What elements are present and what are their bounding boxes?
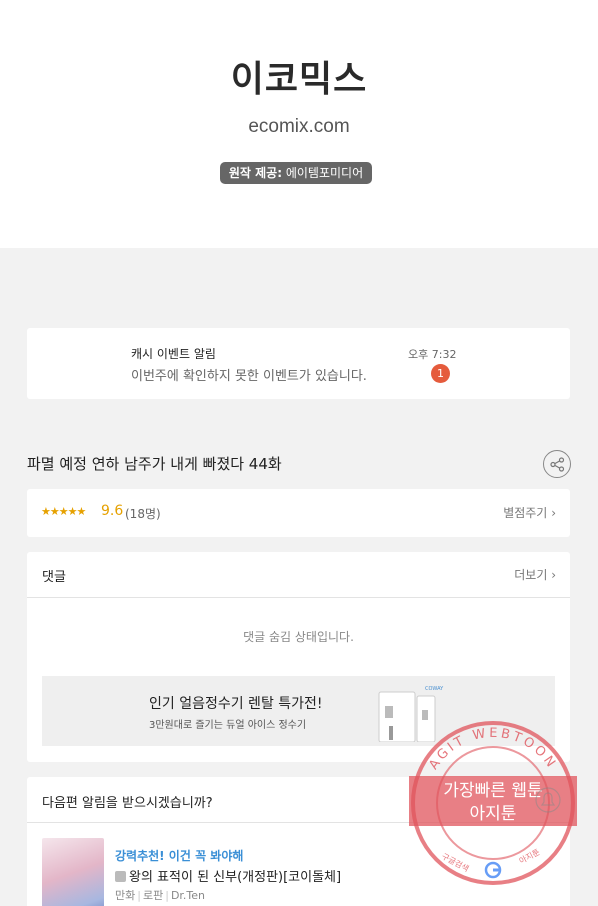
ad-brand: COWAY	[425, 686, 444, 692]
recommendation-tag: 강력추천! 이건 꼭 봐야해	[115, 849, 244, 863]
cash-event-notification[interactable]: 캐시 이벤트 알림 이번주에 확인하지 못한 이벤트가 있습니다. 오후 7:3…	[27, 328, 570, 399]
google-logo-icon	[484, 861, 502, 879]
share-icon	[550, 457, 565, 472]
notification-time: 오후 7:32	[408, 348, 457, 361]
rate-button[interactable]: 별점주기 ›	[503, 504, 556, 521]
rating-bar: ★★★★★ 9.6 (18명) 별점주기 ›	[27, 489, 570, 537]
divider	[27, 597, 570, 598]
watermark-bottom-left: 구글검색	[440, 851, 471, 874]
watermark-line1: 가장빠른 웹툰	[443, 781, 542, 801]
watermark-ring-text: AGIT WEBTOON	[426, 726, 559, 773]
ecomix-logo: 이코믹스	[230, 59, 368, 100]
share-button[interactable]	[543, 450, 571, 478]
watermark-stamp: AGIT WEBTOON 가장빠른 웹툰 아지툰 구글검색 아지툰	[409, 721, 577, 885]
comments-hidden-message: 댓글 숨김 상태입니다.	[243, 630, 354, 644]
rating-count: (18명)	[125, 507, 161, 521]
ad-subtitle: 3만원대로 즐기는 듀얼 아이스 정수기	[149, 720, 307, 731]
recommendation-title: 왕의 표적이 된 신부(개정판)[코이돌체]	[129, 870, 342, 885]
recommendation-author: Dr.Ten	[170, 889, 206, 902]
rate-button-label: 별점주기	[503, 506, 548, 520]
rating-stars: ★★★★★	[41, 505, 86, 518]
header: 이코믹스 ecomix.com 원작 제공: 에이템포미디어	[0, 0, 598, 248]
recommendation-meta: 만화 | 로판 | Dr.Ten	[115, 889, 206, 902]
comments-title: 댓글	[42, 570, 66, 585]
book-icon	[115, 871, 126, 882]
watermark-line2: 아지툰	[470, 804, 517, 824]
recommendation-category: 만화	[115, 889, 136, 902]
notification-message: 이번주에 확인하지 못한 이벤트가 있습니다.	[131, 369, 367, 384]
chevron-right-icon: ›	[551, 506, 556, 520]
ad-title: 인기 얼음정수기 렌탈 특가전!	[149, 696, 323, 712]
recommendation-genre: 로판	[142, 889, 164, 902]
rating-score: 9.6	[101, 503, 124, 519]
next-episode-question: 다음편 알림을 받으시겠습니까?	[42, 796, 213, 811]
watermark-bottom-right: 아지툰	[517, 847, 541, 866]
episode-title: 파멸 예정 연하 남주가 내게 빠졌다 44화	[27, 455, 282, 473]
credit-badge: 원작 제공: 에이템포미디어	[220, 162, 372, 184]
recommendation-title-link[interactable]: 왕의 표적이 된 신부(개정판)[코이돌체]	[115, 866, 341, 885]
credit-label: 원작 제공:	[228, 166, 283, 180]
credit-value: 에이템포미디어	[285, 166, 364, 180]
comments-more-label: 더보기	[514, 568, 548, 582]
chevron-right-icon: ›	[551, 568, 556, 582]
recommendation-thumbnail[interactable]	[42, 838, 104, 906]
notification-title: 캐시 이벤트 알림	[131, 347, 216, 361]
comments-more-button[interactable]: 더보기 ›	[514, 566, 556, 583]
site-url: ecomix.com	[248, 116, 350, 137]
notification-badge: 1	[431, 364, 450, 383]
